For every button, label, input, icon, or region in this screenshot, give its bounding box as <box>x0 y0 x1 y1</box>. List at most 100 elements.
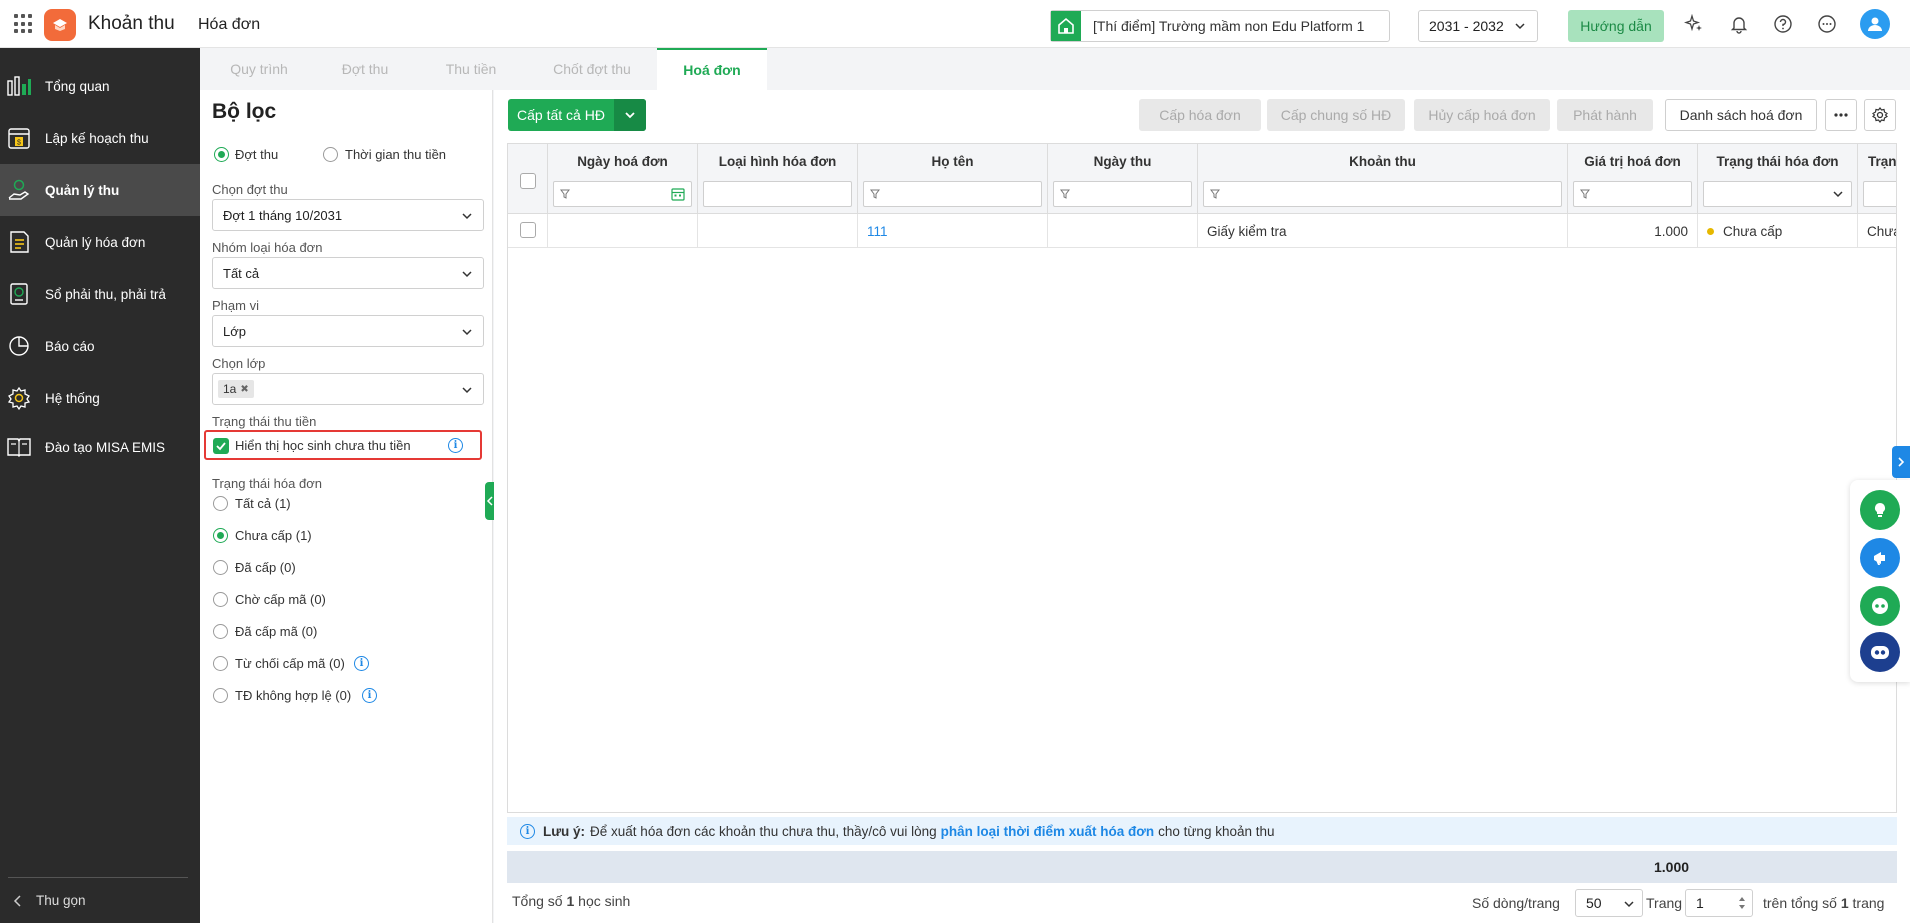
filter-fee[interactable] <box>1203 181 1562 207</box>
tab-bar: Quy trình Đợt thu Thu tiền Chốt đợt thu … <box>200 48 1910 90</box>
filter-name[interactable] <box>863 181 1042 207</box>
cancel-issue-button[interactable]: Hủy cấp hoá đơn <box>1414 99 1550 131</box>
mode-radio-period[interactable] <box>214 147 229 162</box>
school-year-select[interactable]: 2031 - 2032 <box>1418 10 1538 42</box>
spinner-icon[interactable] <box>1737 895 1747 911</box>
chevron-down-icon <box>462 213 472 220</box>
sidebar-item-invoices[interactable]: Quản lý hóa đơn <box>0 216 200 268</box>
sidebar-item-label: Quản lý thu <box>45 182 120 198</box>
filter-status-extra[interactable] <box>1863 181 1896 207</box>
info-icon[interactable]: i <box>354 656 369 671</box>
period-select[interactable]: Đợt 1 tháng 10/2031 <box>212 199 484 231</box>
page-value: 1 <box>1696 895 1704 911</box>
column-title: Họ tên <box>931 154 974 169</box>
invoice-status-radio-invalid[interactable] <box>213 688 228 703</box>
sidebar-item-plan[interactable]: $ Lập kế hoạch thu <box>0 112 200 164</box>
sidebar-item-collection[interactable]: Quản lý thu <box>0 164 200 216</box>
column-title: Ngày hoá đơn <box>577 154 668 169</box>
user-avatar[interactable] <box>1860 9 1890 39</box>
bell-icon[interactable] <box>1728 13 1750 35</box>
filter-invoice-status[interactable] <box>1703 181 1852 207</box>
show-unpaid-checkbox[interactable] <box>213 438 229 454</box>
calendar-icon[interactable] <box>670 186 686 202</box>
sidebar-item-ledger[interactable]: Sổ phải thu, phải trả <box>0 268 200 320</box>
announce-button[interactable] <box>1860 538 1900 578</box>
scope-value: Lớp <box>223 323 246 339</box>
filter-invoice-date[interactable] <box>553 181 692 207</box>
right-panel-toggle[interactable] <box>1892 446 1910 478</box>
tab-invoices[interactable]: Hoá đơn <box>657 48 767 90</box>
assistant-button[interactable] <box>1860 632 1900 672</box>
tab-close-period[interactable]: Chốt đợt thu <box>531 48 653 90</box>
filter-icon <box>560 189 570 199</box>
status-dot <box>1707 227 1714 235</box>
more-options-button[interactable] <box>1825 99 1857 131</box>
issue-invoice-button[interactable]: Cấp hóa đơn <box>1139 99 1261 131</box>
chat-bot-button[interactable] <box>1860 586 1900 626</box>
idea-button[interactable] <box>1860 490 1900 530</box>
more-circle-icon[interactable] <box>1816 13 1838 35</box>
issue-all-dropdown[interactable] <box>614 99 646 131</box>
help-icon[interactable] <box>1772 13 1794 35</box>
scope-select[interactable]: Lớp <box>212 315 484 347</box>
invoice-status-radio-code-issued[interactable] <box>213 624 228 639</box>
info-icon[interactable]: i <box>448 438 463 453</box>
column-pay-date: Ngày thu <box>1048 144 1198 214</box>
collapse-sidebar-button[interactable]: Thu gọn <box>12 893 86 908</box>
select-all-checkbox[interactable] <box>520 173 536 189</box>
of-total-prefix: trên tổng số <box>1763 895 1837 911</box>
filter-amount[interactable] <box>1573 181 1692 207</box>
cell-invoice-date <box>548 214 698 248</box>
period-label: Chọn đợt thu <box>212 182 288 197</box>
sidebar-item-label: Tổng quan <box>45 78 110 94</box>
app-grid-icon[interactable] <box>14 14 34 34</box>
info-icon[interactable]: i <box>362 688 377 703</box>
column-invoice-date: Ngày hoá đơn <box>548 144 698 214</box>
rows-per-page-select[interactable]: 50 <box>1575 889 1643 917</box>
chevron-down-icon <box>1624 901 1634 908</box>
invoice-status-radio-not-issued[interactable] <box>213 528 228 543</box>
note-link[interactable]: phân loại thời điểm xuất hóa đơn <box>941 824 1154 839</box>
mode-radio-time[interactable] <box>323 147 338 162</box>
invoice-list-button[interactable]: Danh sách hoá đơn <box>1665 99 1817 131</box>
table-row[interactable]: 111 Giấy kiểm tra 1.000 Chưa cấp Chưa <box>508 214 1896 248</box>
note-prefix: Lưu ý: <box>543 823 586 839</box>
publish-button[interactable]: Phát hành <box>1557 99 1653 131</box>
row-checkbox[interactable] <box>520 222 536 238</box>
rows-per-page-label: Số dòng/trang <box>1472 895 1560 911</box>
issue-common-number-button[interactable]: Cấp chung số HĐ <box>1267 99 1405 131</box>
invoice-status-radio-all[interactable] <box>213 496 228 511</box>
sidebar-item-training[interactable]: Đào tạo MISA EMIS <box>0 421 200 473</box>
tab-period[interactable]: Đợt thu <box>309 48 421 90</box>
class-select[interactable]: 1a ✖ <box>212 373 484 405</box>
tab-payment[interactable]: Thu tiền <box>415 48 527 90</box>
filter-invoice-type[interactable] <box>703 181 852 207</box>
status-label: Chưa cấp <box>1723 223 1783 239</box>
invoice-status-option: Tất cả (1) <box>235 496 291 511</box>
select-all-column <box>508 144 548 214</box>
invoice-icon <box>10 231 29 253</box>
invoice-status-radio-issued[interactable] <box>213 560 228 575</box>
tab-process[interactable]: Quy trình <box>203 48 315 90</box>
sidebar-item-system[interactable]: Hệ thống <box>0 372 200 424</box>
invoice-status-option: Chờ cấp mã (0) <box>235 592 326 607</box>
invoice-group-select[interactable]: Tất cả <box>212 257 484 289</box>
guide-button[interactable]: Hướng dẫn <box>1568 10 1664 42</box>
school-year-value: 2031 - 2032 <box>1429 18 1504 34</box>
sidebar-item-overview[interactable]: Tổng quan <box>0 60 200 112</box>
cell-name-link[interactable]: 111 <box>858 214 1048 248</box>
invoice-status-radio-pending-code[interactable] <box>213 592 228 607</box>
sparkle-icon[interactable] <box>1683 13 1705 35</box>
sidebar-item-label: Lập kế hoạch thu <box>45 130 149 146</box>
page-input[interactable]: 1 <box>1685 889 1753 917</box>
of-total-count: 1 <box>1840 895 1849 911</box>
school-selector[interactable]: [Thí điểm] Trường mầm non Edu Platform 1 <box>1050 10 1390 42</box>
issue-all-button[interactable]: Cấp tất cả HĐ <box>508 99 646 131</box>
remove-tag-icon[interactable]: ✖ <box>240 384 248 395</box>
filter-pay-date[interactable] <box>1053 181 1192 207</box>
settings-button[interactable] <box>1864 99 1896 131</box>
robot-icon <box>1871 646 1889 659</box>
sidebar-item-reports[interactable]: Báo cáo <box>0 320 200 372</box>
chevron-down-icon <box>1833 191 1843 198</box>
invoice-status-radio-rejected[interactable] <box>213 656 228 671</box>
